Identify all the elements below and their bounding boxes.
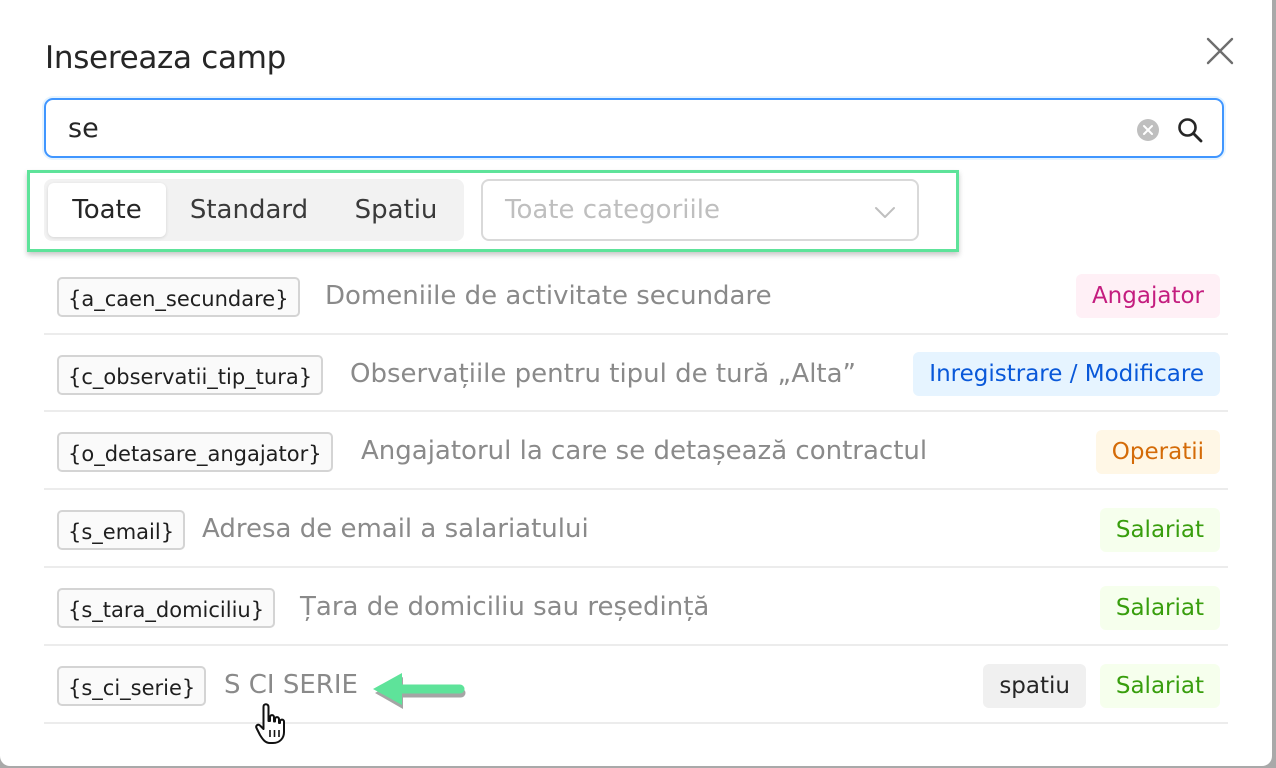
field-description: Angajatorul la care se detașează contrac… [361,436,928,466]
type-tag-spatiu: spatiu [983,664,1086,708]
search-input[interactable] [68,110,1118,146]
category-tag-salariat: Salariat [1099,508,1220,552]
category-select[interactable]: Toate categoriile [481,179,919,241]
field-code: {o_detasare_angajator} [57,432,333,472]
hand-pointer-cursor-icon [255,703,285,744]
insert-field-dialog: Insereaza camp Toate Standard Spatiu Toa… [0,0,1272,766]
field-code: {s_email} [57,510,186,550]
clear-circle-icon[interactable] [1136,118,1160,142]
category-tag-operatii: Operatii [1095,430,1220,474]
tab-spatiu[interactable]: Spatiu [332,183,460,237]
annotation-arrow-icon [373,673,466,709]
field-description: S CI SERIE [224,670,358,700]
field-description: Observațiile pentru tipul de tură „Alta” [350,359,857,389]
field-code: {a_caen_secundare} [57,277,300,317]
tab-toate[interactable]: Toate [48,183,166,237]
category-tag-angajator: Angajator [1075,274,1220,318]
field-row-c-observatii-tip-tura[interactable]: {c_observatii_tip_tura} Observațiile pen… [44,335,1228,412]
close-button[interactable] [1203,34,1237,68]
field-code: {s_ci_serie} [57,666,207,706]
close-icon [1206,37,1234,65]
field-description: Țara de domiciliu sau reședință [300,592,710,622]
category-select-placeholder: Toate categoriile [505,195,720,225]
category-tag-salariat: Salariat [1099,586,1220,630]
field-description: Adresa de email a salariatului [202,514,589,544]
field-row-s-ci-serie[interactable]: {s_ci_serie} S CI SERIE spatiu Salariat [44,647,1228,724]
field-row-s-email[interactable]: {s_email} Adresa de email a salariatului… [44,491,1228,568]
search-icon[interactable] [1176,116,1204,144]
category-tag-inregistrare-modificare: Inregistrare / Modificare [913,352,1220,396]
dialog-title: Insereaza camp [45,40,286,76]
field-code: {s_tara_domiciliu} [57,588,276,628]
search-field[interactable] [44,98,1224,158]
tab-standard[interactable]: Standard [170,183,328,237]
field-description: Domeniile de activitate secundare [325,281,772,311]
field-row-s-tara-domiciliu[interactable]: {s_tara_domiciliu} Țara de domiciliu sau… [44,569,1228,646]
field-row-o-detasare-angajator[interactable]: {o_detasare_angajator} Angajatorul la ca… [44,413,1228,490]
chevron-down-icon [875,207,895,218]
field-row-a-caen-secundare[interactable]: {a_caen_secundare} Domeniile de activita… [44,258,1228,335]
type-segmented-control: Toate Standard Spatiu [44,179,464,241]
field-code: {c_observatii_tip_tura} [57,355,324,395]
category-tag-salariat: Salariat [1099,664,1220,708]
